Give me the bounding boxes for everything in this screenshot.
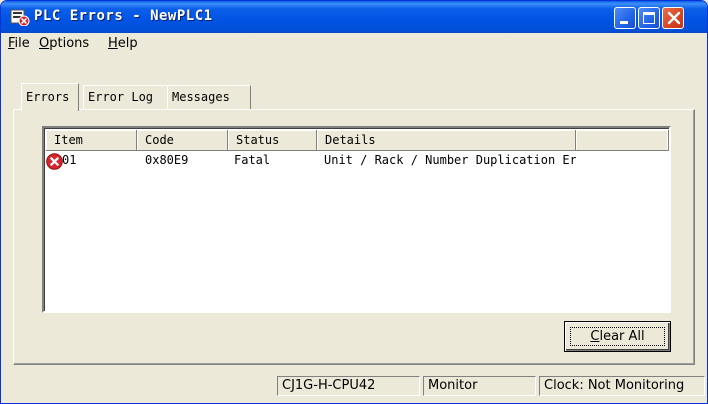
close-button[interactable] — [662, 7, 684, 29]
title-bar[interactable]: PLC Errors - NewPLC1 — [1, 1, 707, 33]
maximize-button[interactable] — [638, 7, 660, 29]
maximize-icon — [643, 12, 655, 24]
tab-error-log[interactable]: Error Log — [83, 85, 169, 110]
tab-errors[interactable]: Errors — [21, 83, 79, 111]
status-plc-mode: Monitor — [423, 376, 536, 396]
tab-messages[interactable]: Messages — [167, 85, 251, 110]
menu-file[interactable]: File — [8, 36, 30, 51]
window-title: PLC Errors - NewPLC1 — [34, 8, 213, 24]
column-header-status[interactable]: Status — [228, 130, 317, 151]
plc-error-app-icon — [10, 9, 30, 26]
focus-rectangle — [570, 327, 665, 346]
table-row[interactable]: 01 0x80E9 Fatal Unit / Rack / Number Dup… — [46, 152, 667, 170]
row-code: 0x80E9 — [145, 153, 189, 167]
errors-list-header: Item Code Status Details — [46, 130, 669, 151]
minimize-button[interactable] — [614, 7, 636, 29]
column-header-extra[interactable] — [576, 130, 669, 151]
row-details: Unit / Rack / Number Duplication Er — [324, 153, 576, 167]
minimize-icon — [620, 21, 628, 24]
menu-bar: File Options Help — [1, 33, 707, 53]
clear-all-button[interactable]: Clear All — [564, 321, 671, 352]
status-plc-model: CJ1G-H-CPU42 — [277, 376, 420, 396]
column-header-item[interactable]: Item — [46, 130, 137, 151]
menu-help[interactable]: Help — [108, 36, 138, 51]
column-header-details[interactable]: Details — [317, 130, 576, 151]
plc-errors-window: PLC Errors - NewPLC1 File Options Help E… — [0, 0, 708, 404]
errors-list[interactable]: Item Code Status Details 01 0x80E9 Fatal… — [42, 126, 671, 313]
column-header-code[interactable]: Code — [137, 130, 228, 151]
status-clock: Clock: Not Monitoring — [539, 376, 705, 396]
status-panel-empty — [5, 376, 275, 396]
error-icon — [46, 153, 63, 170]
row-item: 01 — [62, 153, 77, 167]
status-bar: CJ1G-H-CPU42 Monitor Clock: Not Monitori… — [1, 374, 707, 403]
close-icon — [667, 11, 681, 25]
menu-options[interactable]: Options — [39, 36, 89, 51]
row-status: Fatal — [234, 153, 271, 167]
